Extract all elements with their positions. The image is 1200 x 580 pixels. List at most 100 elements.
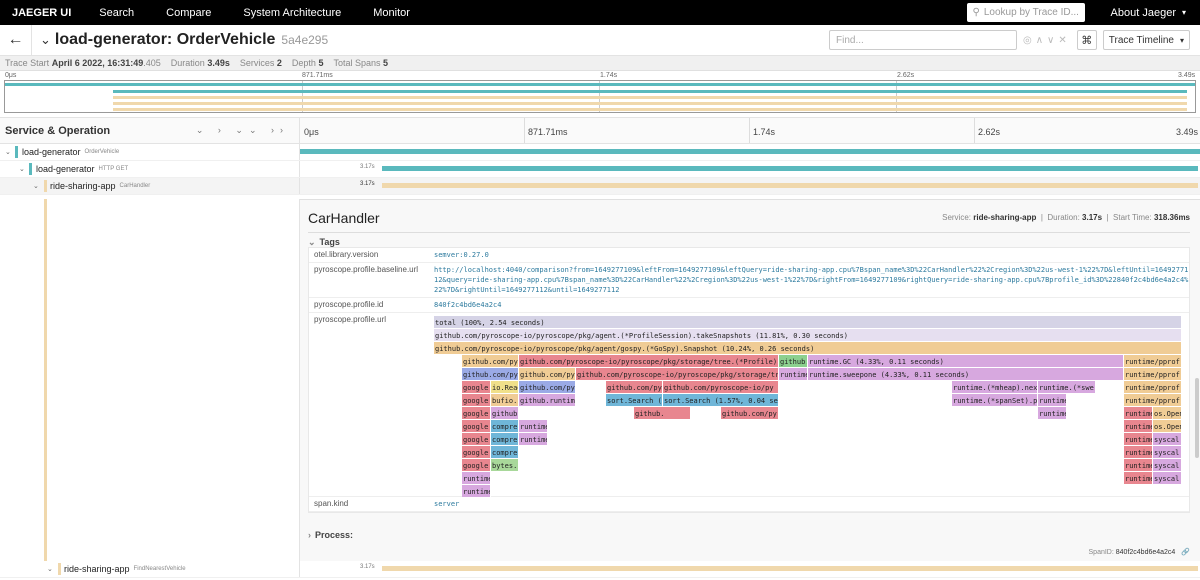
flame-frame[interactable]: runtime/pprof xyxy=(1124,381,1182,393)
flame-frame[interactable]: runtime.(*mheap).nex xyxy=(952,381,1038,393)
scrollbar[interactable] xyxy=(1195,378,1199,458)
flame-frame[interactable]: runtime xyxy=(1124,446,1153,458)
flame-frame[interactable]: google xyxy=(462,433,491,445)
flame-frame[interactable]: github.com/pyroscope-io/pyroscope/pkg/st… xyxy=(576,368,779,380)
link-icon[interactable]: 🔗 xyxy=(1181,549,1190,556)
down-arrow-icon[interactable]: ∨ xyxy=(1047,35,1054,46)
flame-frame[interactable]: github.com/pyroscope-io/py xyxy=(663,381,779,393)
flame-frame[interactable]: github. xyxy=(491,407,519,419)
span-row[interactable]: ⌄ load-generator HTTP GET 3.17s xyxy=(0,161,1200,178)
flame-frame[interactable]: github.com/py xyxy=(462,355,519,367)
flame-frame[interactable]: github.com/py xyxy=(606,381,663,393)
collapse-controls[interactable]: ⌄ › ⌄⌄ ›› xyxy=(196,125,289,136)
flame-frame[interactable]: github.com/py xyxy=(462,368,519,380)
flame-frame[interactable]: total (100%, 2.54 seconds) xyxy=(434,316,1182,328)
span-detail-title: CarHandler xyxy=(308,210,380,226)
span-operation: CarHandler xyxy=(119,183,151,189)
flame-frame[interactable]: syscal xyxy=(1153,459,1182,471)
flame-frame[interactable]: compre xyxy=(491,433,519,445)
span-timeline-bar[interactable] xyxy=(382,566,1198,571)
flame-frame[interactable]: runtime/pprof xyxy=(1124,355,1182,367)
flamegraph[interactable]: total (100%, 2.54 seconds) github.com/py… xyxy=(434,313,1189,497)
flame-frame[interactable]: google xyxy=(462,394,491,406)
flame-frame[interactable]: runtime xyxy=(1038,394,1067,406)
flame-frame[interactable]: github.com/pyroscope-io/pyroscope/pkg/ag… xyxy=(434,342,1182,354)
flame-frame[interactable]: runtime xyxy=(1124,407,1153,419)
flame-frame[interactable]: runtime xyxy=(462,472,491,484)
brand-logo[interactable]: JAEGER UI xyxy=(0,7,83,19)
chevron-down-icon[interactable]: ⌄ xyxy=(5,148,11,156)
span-row[interactable]: ⌄ ride-sharing-app FindNearestVehicle 3.… xyxy=(0,561,1200,578)
flame-frame[interactable]: runtime.(*swe xyxy=(1038,381,1096,393)
span-timeline-bar[interactable] xyxy=(382,183,1198,188)
up-arrow-icon[interactable]: ∧ xyxy=(1036,35,1043,46)
flame-frame[interactable]: runtime xyxy=(1038,407,1067,419)
trace-minimap[interactable] xyxy=(4,80,1196,113)
flame-frame[interactable]: runtime xyxy=(519,433,548,445)
flame-frame[interactable]: runtime xyxy=(519,420,548,432)
flame-frame[interactable]: github.com/py xyxy=(519,381,576,393)
span-timeline-bar[interactable] xyxy=(300,149,1200,154)
nav-compare[interactable]: Compare xyxy=(150,7,227,19)
find-input[interactable]: Find... xyxy=(828,30,1017,50)
flame-frame[interactable]: github. xyxy=(634,407,691,419)
flame-frame[interactable]: runtime.sweepone (4.33%, 0.11 seconds) xyxy=(808,368,1124,380)
flame-frame[interactable]: github.runtime xyxy=(519,394,576,406)
span-timeline-bar[interactable] xyxy=(382,166,1198,171)
flame-frame[interactable]: github.com/py xyxy=(721,407,779,419)
span-row[interactable]: ⌄ ride-sharing-app CarHandler 3.17s xyxy=(0,178,1200,195)
flame-frame[interactable]: compre xyxy=(491,420,519,432)
flame-frame[interactable]: os.Open xyxy=(1153,420,1182,432)
flame-frame[interactable]: bytes. xyxy=(491,459,519,471)
flame-frame[interactable]: bufio. xyxy=(491,394,519,406)
flame-frame[interactable]: runtime xyxy=(1124,420,1153,432)
chevron-down-icon[interactable]: ⌄ xyxy=(19,165,25,173)
keyboard-shortcuts-button[interactable]: ⌘ xyxy=(1076,30,1097,50)
nav-search[interactable]: Search xyxy=(83,7,150,19)
meta-start-label: Start Time: xyxy=(1113,213,1152,222)
flame-frame[interactable]: github.com/py xyxy=(519,368,576,380)
nav-monitor[interactable]: Monitor xyxy=(357,7,426,19)
flame-frame[interactable]: io.Read xyxy=(491,381,519,393)
flame-frame[interactable]: sort.Search ( xyxy=(606,394,663,406)
flame-frame[interactable]: os.Open xyxy=(1153,407,1182,419)
flame-frame[interactable]: google xyxy=(462,459,491,471)
flame-frame[interactable]: runtime/pprof xyxy=(1124,368,1182,380)
flamegraph-canvas[interactable]: total (100%, 2.54 seconds) github.com/py… xyxy=(434,316,1189,497)
flame-frame[interactable]: runtime.GC (4.33%, 0.11 seconds) xyxy=(808,355,1124,367)
nav-system-architecture[interactable]: System Architecture xyxy=(227,7,357,19)
tick-label: 0μs xyxy=(304,127,319,137)
flame-frame[interactable]: compre xyxy=(491,446,519,458)
flame-frame[interactable]: google xyxy=(462,381,491,393)
flame-frame[interactable]: sort.Search (1.57%, 0.04 se xyxy=(663,394,779,406)
flame-frame[interactable]: github. xyxy=(779,355,808,367)
flame-frame[interactable]: github.com/pyroscope-io/pyroscope/pkg/ag… xyxy=(434,329,1182,341)
flame-frame[interactable]: google xyxy=(462,407,491,419)
span-row[interactable]: ⌄ load-generator OrderVehicle xyxy=(0,144,1200,161)
flame-frame[interactable]: runtime xyxy=(1124,433,1153,445)
flame-frame[interactable]: github.com/pyroscope-io/pyroscope/pkg/st… xyxy=(519,355,779,367)
trace-lookup-input[interactable]: ⚲ Lookup by Trace ID... xyxy=(966,3,1085,22)
close-icon[interactable]: ✕ xyxy=(1058,35,1066,46)
flame-frame[interactable]: google xyxy=(462,420,491,432)
collapse-chevron-icon[interactable]: ⌄ xyxy=(40,32,51,48)
flame-frame[interactable]: runtime xyxy=(1124,472,1153,484)
flame-frame[interactable]: runtime xyxy=(1124,459,1153,471)
flame-frame[interactable]: syscal xyxy=(1153,472,1182,484)
flame-frame[interactable]: runtime/pprof xyxy=(1124,394,1182,406)
span-operation: FindNearestVehicle xyxy=(133,566,186,572)
chevron-down-icon[interactable]: ⌄ xyxy=(47,565,53,573)
process-section-toggle[interactable]: › Process: xyxy=(308,530,353,540)
flame-frame[interactable]: runtime xyxy=(462,485,491,497)
flame-frame[interactable]: google xyxy=(462,446,491,458)
target-icon[interactable]: ◎ xyxy=(1023,35,1032,46)
tag-value-link[interactable]: http://localhost:4040/comparison?from=16… xyxy=(434,263,1189,297)
flame-frame[interactable]: syscal xyxy=(1153,433,1182,445)
flame-frame[interactable]: runtime.(*spanSet).pop xyxy=(952,394,1038,406)
back-button[interactable]: ← xyxy=(0,24,32,56)
view-select[interactable]: Trace Timeline ▾ xyxy=(1102,30,1190,50)
chevron-down-icon[interactable]: ⌄ xyxy=(33,182,39,190)
flame-frame[interactable]: runtime xyxy=(779,368,808,380)
about-menu[interactable]: About Jaeger ▾ xyxy=(1097,7,1200,19)
flame-frame[interactable]: syscal xyxy=(1153,446,1182,458)
